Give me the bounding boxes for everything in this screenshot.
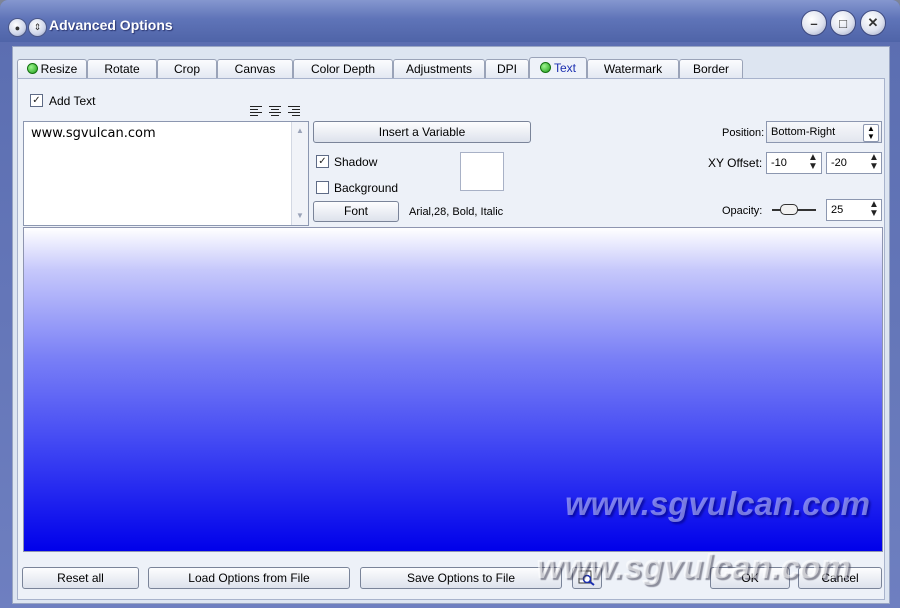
text-input-value: www.sgvulcan.com [31, 126, 156, 141]
preview-watermark-text: www.sgvulcan.com [564, 485, 870, 522]
tab-label: Watermark [603, 62, 663, 76]
load-options-button[interactable]: Load Options from File [148, 567, 350, 589]
text-input-area[interactable]: www.sgvulcan.com ▲ ▼ [23, 121, 309, 226]
ok-button[interactable]: OK [710, 567, 790, 589]
font-description: Arial,28, Bold, Italic [409, 206, 504, 218]
position-value: Bottom-Right [771, 126, 836, 138]
opacity-label: Opacity: [722, 205, 763, 217]
tab-text[interactable]: Text [529, 57, 587, 79]
tab-label: Border [692, 62, 730, 76]
y-offset-value: -20 [831, 157, 847, 169]
reset-all-button[interactable]: Reset all [22, 567, 139, 589]
save-options-button[interactable]: Save Options to File [360, 567, 562, 589]
title-bar[interactable]: ● ⇕ Advanced Options – □ ✕ [0, 0, 900, 42]
text-options-panel: ✓ Add Text www.sgvulcan.com ▲ ▼ Insert a… [17, 78, 885, 600]
font-button[interactable]: Font [313, 201, 399, 222]
close-icon[interactable]: ✕ [860, 10, 886, 36]
cancel-button[interactable]: Cancel [798, 567, 882, 589]
shadow-color-swatch[interactable] [460, 152, 504, 191]
rollup-icon[interactable]: ⇕ [28, 18, 47, 37]
background-label: Background [334, 181, 399, 195]
tab-label: Color Depth [310, 62, 376, 76]
tab-indicator-icon [26, 63, 38, 74]
position-label: Position: [722, 127, 765, 139]
window-title: Advanced Options [49, 17, 173, 33]
preview-image: www.sgvulcan.com [23, 227, 883, 552]
position-dropdown[interactable]: Bottom-Right ▲ ▼ [766, 121, 882, 143]
y-offset-spinner-icon[interactable]: ▲ ▼ [867, 153, 881, 172]
shadow-label: Shadow [334, 155, 378, 169]
tab-resize[interactable]: Resize [17, 59, 87, 78]
tab-crop[interactable]: Crop [157, 59, 217, 78]
x-offset-value: -10 [771, 157, 787, 169]
xy-offset-label: XY Offset: [708, 156, 763, 170]
minimize-icon[interactable]: – [801, 10, 827, 36]
tab-rotate[interactable]: Rotate [87, 59, 157, 78]
add-text-label: Add Text [49, 94, 96, 108]
insert-variable-button[interactable]: Insert a Variable [313, 121, 531, 143]
tab-label: DPI [496, 62, 517, 76]
tab-label: Crop [173, 62, 200, 76]
advanced-options-window: ● ⇕ Advanced Options – □ ✕ Resize Rotate… [0, 0, 900, 608]
align-center-icon[interactable] [269, 105, 281, 117]
tab-canvas[interactable]: Canvas [217, 59, 293, 78]
opacity-value: 25 [831, 204, 844, 216]
opacity-slider-handle[interactable] [780, 204, 798, 215]
magnifier-icon [578, 570, 595, 586]
shadow-checkbox[interactable]: ✓ [316, 155, 329, 168]
dialog-client-area: Resize Rotate Crop Canvas Color Depth Ad… [12, 46, 890, 604]
tab-label: Rotate [104, 62, 140, 76]
tab-adjustments[interactable]: Adjustments [393, 59, 485, 78]
tab-watermark[interactable]: Watermark [587, 59, 679, 78]
background-checkbox[interactable] [316, 181, 329, 194]
chevron-updown-icon[interactable]: ▲ ▼ [863, 124, 879, 142]
system-menu-icon[interactable]: ● [8, 18, 27, 37]
tab-indicator-icon [539, 62, 551, 73]
tab-label: Text [553, 61, 576, 75]
preview-button[interactable] [572, 567, 602, 589]
tab-label: Resize [40, 62, 78, 76]
tab-label: Canvas [234, 62, 276, 76]
align-right-icon[interactable] [288, 105, 300, 117]
tab-border[interactable]: Border [679, 59, 743, 78]
add-text-checkbox[interactable]: ✓ [30, 94, 43, 107]
text-scrollbar[interactable]: ▲ ▼ [291, 122, 308, 225]
align-left-icon[interactable] [250, 105, 262, 117]
scroll-up-icon[interactable]: ▲ [294, 125, 306, 137]
tab-dpi[interactable]: DPI [485, 59, 529, 78]
opacity-spinner-icon[interactable]: ▲ ▼ [867, 200, 881, 219]
tab-color-depth[interactable]: Color Depth [293, 59, 393, 78]
x-offset-spinner-icon[interactable]: ▲ ▼ [806, 153, 820, 172]
tab-label: Adjustments [405, 62, 473, 76]
scroll-down-icon[interactable]: ▼ [294, 210, 306, 222]
maximize-icon[interactable]: □ [830, 10, 856, 36]
